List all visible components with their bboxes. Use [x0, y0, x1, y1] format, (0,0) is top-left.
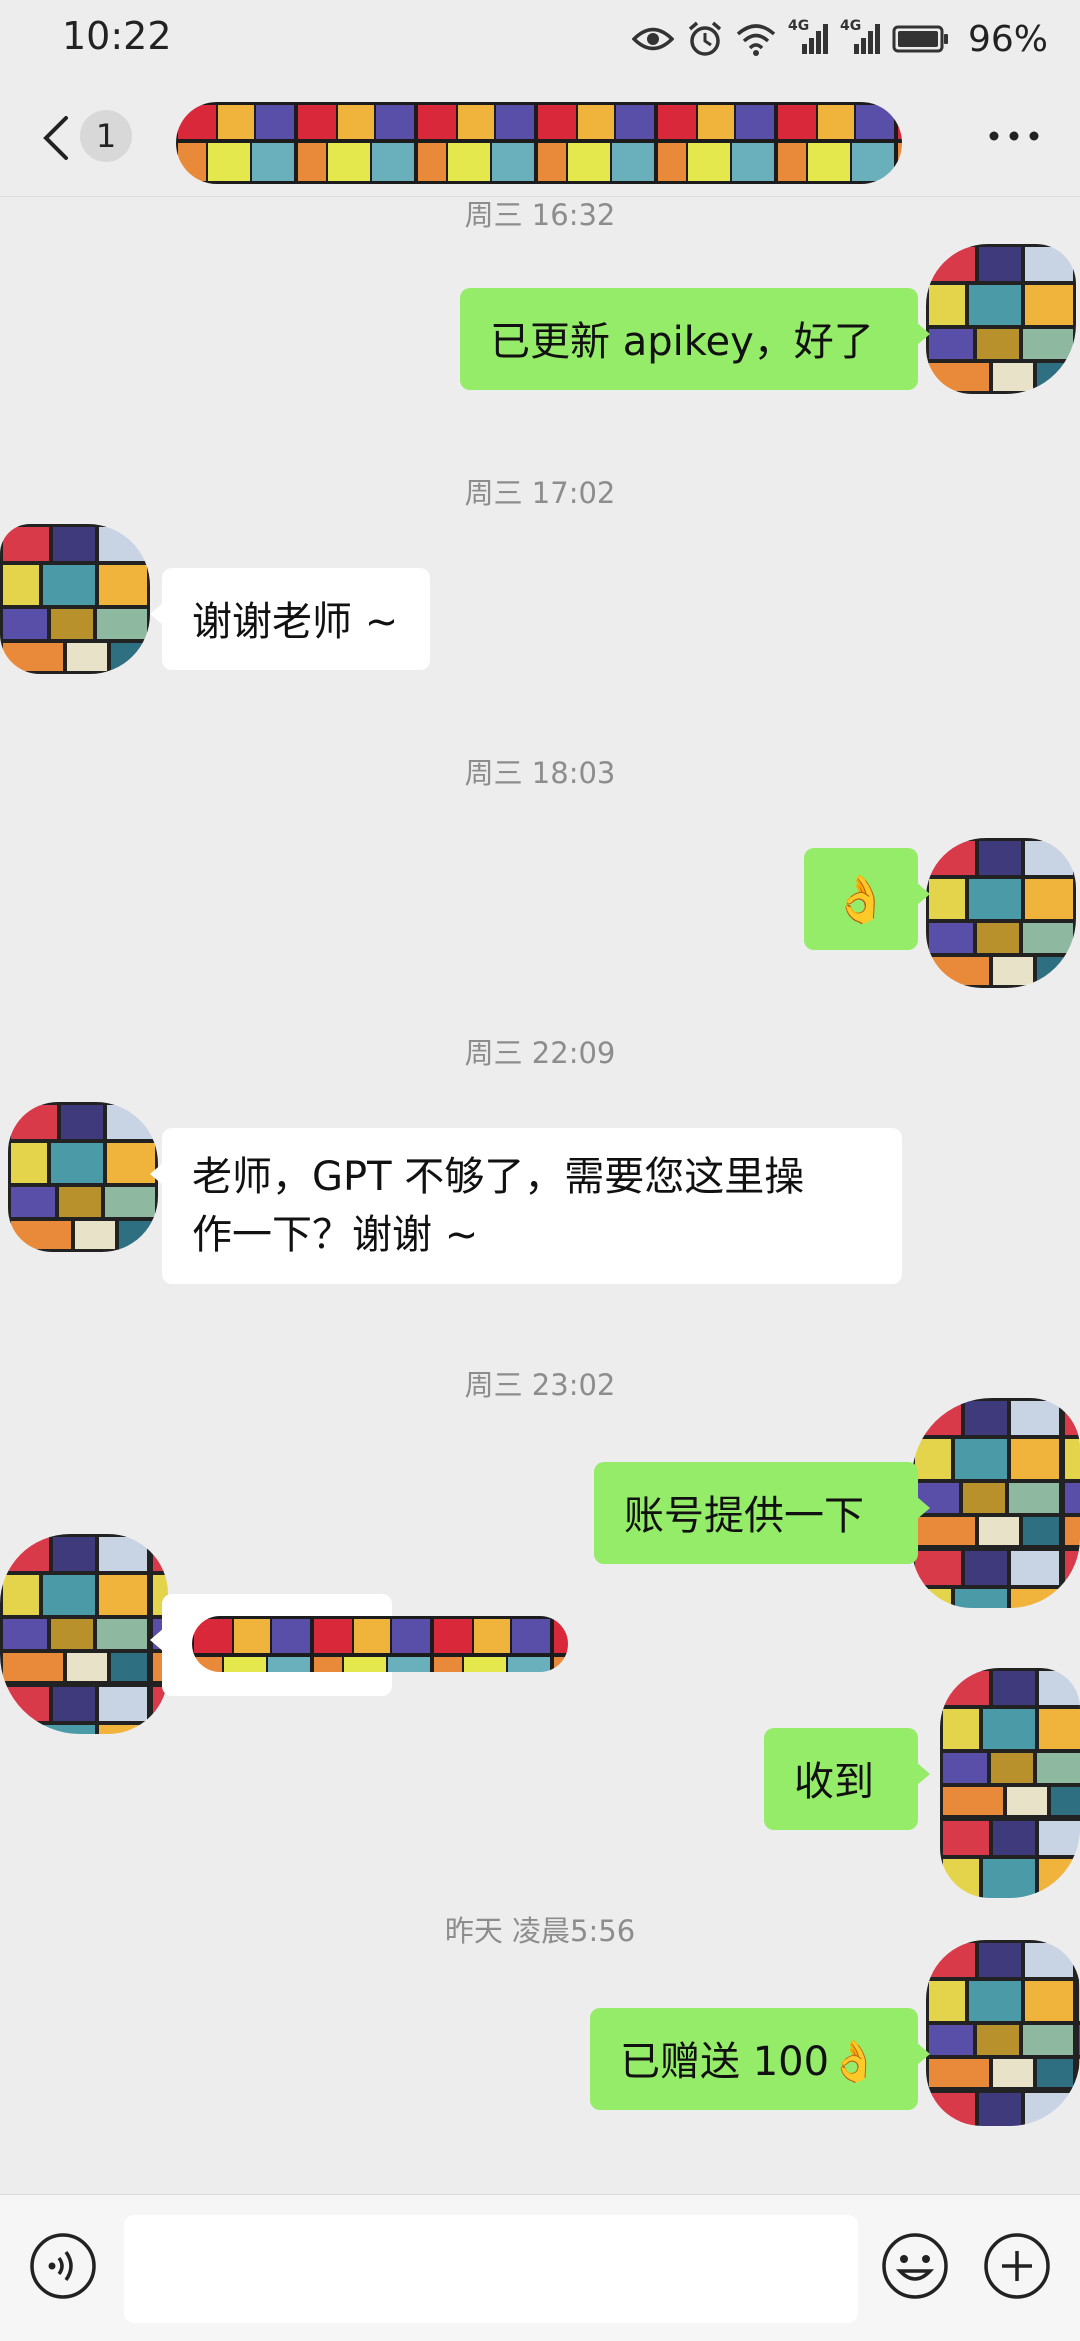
- back-icon[interactable]: [36, 110, 76, 166]
- message-bubble-incoming[interactable]: 老师，GPT 不够了，需要您这里操 作一下？谢谢 ~: [150, 1128, 902, 1284]
- input-bar: [0, 2194, 1080, 2341]
- my-avatar[interactable]: [926, 1940, 1080, 2126]
- plus-icon[interactable]: [982, 2231, 1052, 2301]
- contact-avatar[interactable]: [8, 1102, 158, 1252]
- status-icons: 4G 4G 96%: [631, 14, 1048, 64]
- unread-count-badge[interactable]: 1: [80, 110, 132, 162]
- network-type-label: 4G: [839, 18, 862, 34]
- wifi-icon: [736, 22, 776, 56]
- message-bubble-outgoing[interactable]: 收到: [764, 1728, 930, 1830]
- message-text: 账号提供一下: [624, 1493, 864, 1539]
- message-text: 已更新 apikey，好了: [490, 319, 874, 365]
- message-bubble-outgoing[interactable]: 已赠送 100👌: [590, 2008, 930, 2110]
- contact-name-redacted: [176, 102, 902, 184]
- message-text: 谢谢老师 ~: [192, 599, 399, 645]
- message-timestamp: 周三 22:09: [464, 1036, 616, 1070]
- message-bubble-outgoing[interactable]: 已更新 apikey，好了: [460, 288, 930, 390]
- voice-icon[interactable]: [28, 2231, 98, 2301]
- status-bar: 10:22 4G 4G 96%: [0, 0, 1080, 80]
- more-options-icon[interactable]: [986, 126, 1042, 146]
- message-timestamp: 周三 17:02: [464, 476, 616, 510]
- ok-hand-emoji: 👌: [829, 2039, 879, 2085]
- my-avatar[interactable]: [912, 1398, 1080, 1608]
- message-bubble-incoming[interactable]: 谢谢老师 ~: [150, 568, 430, 670]
- message-text: 已赠送 100: [620, 2039, 830, 2085]
- message-bubble-outgoing[interactable]: 👌: [804, 848, 930, 950]
- contact-avatar[interactable]: [0, 524, 150, 674]
- eye-icon: [631, 24, 674, 54]
- message-bubble-outgoing[interactable]: 账号提供一下: [594, 1462, 930, 1564]
- message-bubble-incoming[interactable]: [150, 1594, 568, 1696]
- signal-icon: 4G: [840, 18, 880, 56]
- battery-icon: [892, 24, 950, 54]
- my-avatar[interactable]: [926, 244, 1076, 394]
- network-type-label: 4G: [787, 18, 810, 34]
- message-timestamp: 周三 23:02: [464, 1368, 616, 1402]
- message-timestamp: 周三 18:03: [464, 756, 616, 790]
- my-avatar[interactable]: [926, 838, 1076, 988]
- status-time: 10:22: [62, 14, 172, 58]
- message-timestamp: 周三 16:32: [464, 198, 616, 232]
- contact-avatar[interactable]: [0, 1534, 168, 1734]
- message-input[interactable]: [124, 2215, 858, 2323]
- message-timestamp: 昨天 凌晨5:56: [444, 1914, 636, 1948]
- message-text: 收到: [794, 1759, 874, 1805]
- redacted-account-text: [192, 1616, 568, 1672]
- alarm-icon: [686, 20, 724, 58]
- battery-percent: 96%: [967, 18, 1048, 60]
- chat-header: 1: [0, 80, 1080, 197]
- message-text-line: 老师，GPT 不够了，需要您这里操: [192, 1154, 805, 1200]
- message-text-line: 作一下？谢谢 ~: [192, 1212, 479, 1258]
- signal-icon: 4G: [788, 18, 828, 56]
- emoji-icon[interactable]: [880, 2231, 950, 2301]
- ok-hand-emoji: 👌: [832, 872, 890, 926]
- my-avatar[interactable]: [940, 1668, 1080, 1898]
